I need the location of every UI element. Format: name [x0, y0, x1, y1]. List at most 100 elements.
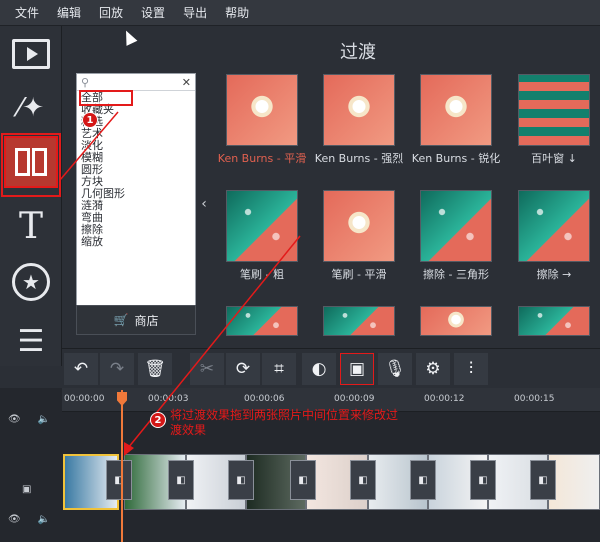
- mouse-cursor-icon: [120, 28, 138, 46]
- speaker-icon[interactable]: 🔈: [38, 514, 50, 525]
- equalizer-button[interactable]: ⫶: [454, 353, 488, 385]
- transition-icon: ◧: [538, 474, 548, 486]
- color-adjust-button[interactable]: ◐: [302, 353, 336, 385]
- star-badge-icon: ★: [12, 263, 50, 301]
- film-icon: [12, 39, 50, 69]
- category-zoom[interactable]: 缩放: [81, 236, 195, 248]
- step-1-badge: 1: [82, 112, 98, 128]
- chevron-left-icon: ‹: [201, 196, 207, 212]
- settings-button[interactable]: ⚙: [416, 353, 450, 385]
- menu-help[interactable]: 帮助: [216, 0, 258, 26]
- redo-button[interactable]: ↷: [100, 353, 134, 385]
- transition-marker[interactable]: ◧: [350, 460, 376, 500]
- video-track-header: ▣: [0, 484, 62, 504]
- redo-icon: ↷: [109, 359, 125, 379]
- transition-thumb[interactable]: [518, 190, 590, 262]
- video-track-controls: 👁 🔈: [0, 514, 62, 534]
- magic-wand-icon: ⁄✦: [17, 93, 45, 123]
- transition-thumb[interactable]: [518, 74, 590, 146]
- eye-icon[interactable]: 👁: [8, 414, 21, 425]
- stickers-button[interactable]: ★: [4, 256, 58, 308]
- cart-icon: 🛒: [113, 313, 129, 327]
- transition-marker[interactable]: ◧: [228, 460, 254, 500]
- speaker-icon[interactable]: 🔈: [38, 414, 50, 425]
- transition-thumb[interactable]: [226, 190, 298, 262]
- menu-playback[interactable]: 回放: [90, 0, 132, 26]
- tick-label: 00:00:03: [148, 394, 189, 404]
- transition-marker[interactable]: ◧: [530, 460, 556, 500]
- transition-icon: ◧: [176, 474, 186, 486]
- transition-thumb[interactable]: [323, 190, 395, 262]
- transition-label: 擦除 →: [536, 268, 572, 281]
- transition-marker[interactable]: ◧: [410, 460, 436, 500]
- playhead[interactable]: [121, 390, 123, 542]
- transition-label-selected: Ken Burns - 平滑: [217, 152, 307, 165]
- menu-settings[interactable]: 设置: [132, 0, 174, 26]
- transition-marker[interactable]: ◧: [470, 460, 496, 500]
- transition-thumb[interactable]: [420, 306, 492, 336]
- collapse-panel-button[interactable]: ‹: [196, 73, 212, 335]
- transition-thumb[interactable]: [420, 190, 492, 262]
- left-toolbar: ⁄✦ T ★ ☰: [0, 26, 62, 366]
- audio-track-header: 👁 🔈: [0, 414, 62, 434]
- crop-button[interactable]: ⌗: [262, 353, 296, 385]
- gear-icon: ⚙: [425, 359, 441, 379]
- delete-button[interactable]: 🗑: [138, 353, 172, 385]
- transition-thumb[interactable]: [420, 74, 492, 146]
- clear-search-icon[interactable]: ✕: [182, 76, 191, 89]
- titles-button[interactable]: T: [4, 200, 58, 252]
- menu-edit[interactable]: 编辑: [48, 0, 90, 26]
- rotate-button[interactable]: ⟳: [226, 353, 260, 385]
- transition-label: 百叶窗 ↓: [531, 152, 577, 165]
- tick-label: 00:00:06: [244, 394, 285, 404]
- transition-label: 笔刷 - 平滑: [331, 268, 387, 281]
- effects-button[interactable]: ⁄✦: [4, 82, 58, 134]
- search-row[interactable]: ⚲ ✕: [77, 74, 195, 91]
- slideshow-button[interactable]: ▣: [340, 353, 374, 385]
- transition-icon: ◧: [298, 474, 308, 486]
- transition-icon: ◧: [358, 474, 368, 486]
- tick-label: 00:00:15: [514, 394, 555, 404]
- transition-label: 笔刷 - 粗: [240, 268, 284, 281]
- menu-bar: 文件 编辑 回放 设置 导出 帮助: [0, 0, 600, 26]
- contrast-icon: ◐: [311, 359, 327, 379]
- transition-thumb[interactable]: [323, 74, 395, 146]
- film-icon: ▣: [22, 484, 32, 495]
- undo-icon: ↶: [73, 359, 89, 379]
- menu-file[interactable]: 文件: [6, 0, 48, 26]
- edit-toolbar: ↶ ↷ 🗑 ✂ ⟳ ⌗ ◐ ▣ 🎙 ⚙ ⫶: [62, 348, 600, 388]
- transition-label: Ken Burns - 强烈: [314, 152, 404, 165]
- sliders-icon: ⫶: [468, 359, 474, 379]
- transitions-button[interactable]: [4, 136, 58, 188]
- tick-label: 00:00:12: [424, 394, 465, 404]
- transition-thumb[interactable]: [323, 306, 395, 336]
- cut-button[interactable]: ✂: [190, 353, 224, 385]
- transition-icon: ◧: [418, 474, 428, 486]
- media-button[interactable]: [4, 28, 58, 80]
- transition-marker[interactable]: ◧: [168, 460, 194, 500]
- transition-thumb[interactable]: [226, 306, 298, 336]
- undo-button[interactable]: ↶: [64, 353, 98, 385]
- panel-title: 过渡: [340, 42, 376, 63]
- transition-icon: ◧: [478, 474, 488, 486]
- record-audio-button[interactable]: 🎙: [378, 353, 412, 385]
- transition-marker[interactable]: ◧: [106, 460, 132, 500]
- step-2-badge: 2: [150, 412, 166, 428]
- list-icon: ☰: [17, 324, 45, 359]
- search-icon: ⚲: [81, 75, 90, 89]
- tick-label: 00:00:09: [334, 394, 375, 404]
- tick-label: 00:00:00: [64, 394, 105, 404]
- eye-icon[interactable]: 👁: [8, 514, 21, 525]
- menu-export[interactable]: 导出: [174, 0, 216, 26]
- transition-label: Ken Burns - 锐化: [411, 152, 501, 165]
- transition-thumb[interactable]: [226, 74, 298, 146]
- rotate-icon: ⟳: [235, 359, 251, 379]
- transition-marker[interactable]: ◧: [290, 460, 316, 500]
- instruction-text: 将过渡效果拖到两张照片中间位置来修改过渡效果: [170, 408, 399, 437]
- transition-thumb[interactable]: [518, 306, 590, 336]
- store-button[interactable]: 🛒 商店: [76, 305, 196, 335]
- more-button[interactable]: ☰: [4, 316, 58, 368]
- transition-label: 擦除 - 三角形: [423, 268, 489, 281]
- scissors-icon: ✂: [199, 359, 215, 379]
- transition-icon: ◧: [236, 474, 246, 486]
